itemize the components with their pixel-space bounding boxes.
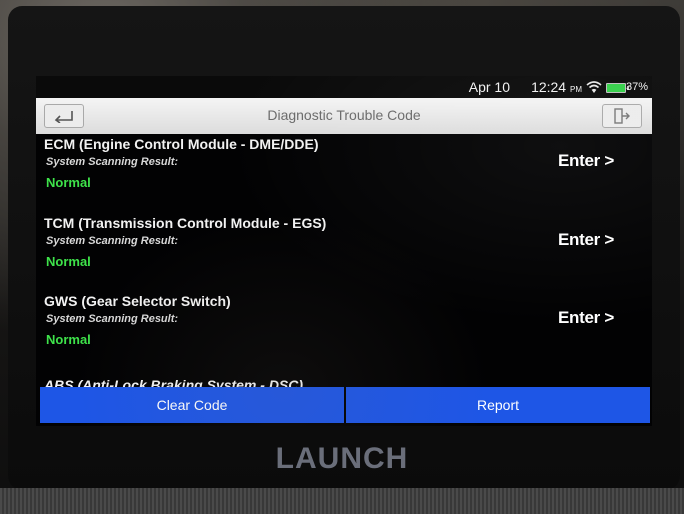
module-item-tcm[interactable]: TCM (Transmission Control Module - EGS) … [36,215,652,293]
title-bar: Diagnostic Trouble Code [36,98,652,134]
status-meridiem: PM [570,85,582,94]
status-battery: 37% [625,81,648,93]
exit-icon [614,108,630,124]
device-screen: Apr 10 12:24 PM 37% Diagnostic Trouble C… [36,76,652,426]
status-bar: Apr 10 12:24 PM 37% [36,76,652,98]
enter-button-ecm[interactable]: Enter > [558,151,614,171]
brand-logo: LAUNCH [275,442,409,475]
status-date: Apr 10 [468,79,510,95]
status-time-value: 12:24 [531,79,567,95]
clear-code-button[interactable]: Clear Code [40,387,344,423]
wifi-icon [586,81,602,93]
exit-button[interactable] [602,104,642,128]
module-item-ecm[interactable]: ECM (Engine Control Module - DME/DDE) Sy… [36,136,652,214]
scan-result-status: Normal [46,175,91,190]
desk-surface [0,488,684,514]
scan-result-label: System Scanning Result: [46,235,179,247]
enter-button-tcm[interactable]: Enter > [558,230,614,250]
scan-result-status: Normal [46,254,91,269]
status-time: 12:24 PM [531,79,582,95]
module-name: GWS (Gear Selector Switch) [44,293,231,309]
module-item-gws[interactable]: GWS (Gear Selector Switch) System Scanni… [36,293,652,371]
scan-result-label: System Scanning Result: [46,313,179,325]
report-button[interactable]: Report [346,387,650,423]
scan-result-label: System Scanning Result: [46,156,179,168]
page-title: Diagnostic Trouble Code [267,107,421,123]
module-name: TCM (Transmission Control Module - EGS) [44,215,327,231]
battery-icon [606,83,629,93]
scan-result-status: Normal [46,332,91,347]
enter-button-gws[interactable]: Enter > [558,308,614,328]
action-bar: Clear Code Report [40,387,650,423]
module-item-abs[interactable]: ABS (Anti-Lock Braking System - DSC) [36,374,652,388]
module-name: ECM (Engine Control Module - DME/DDE) [44,136,319,152]
